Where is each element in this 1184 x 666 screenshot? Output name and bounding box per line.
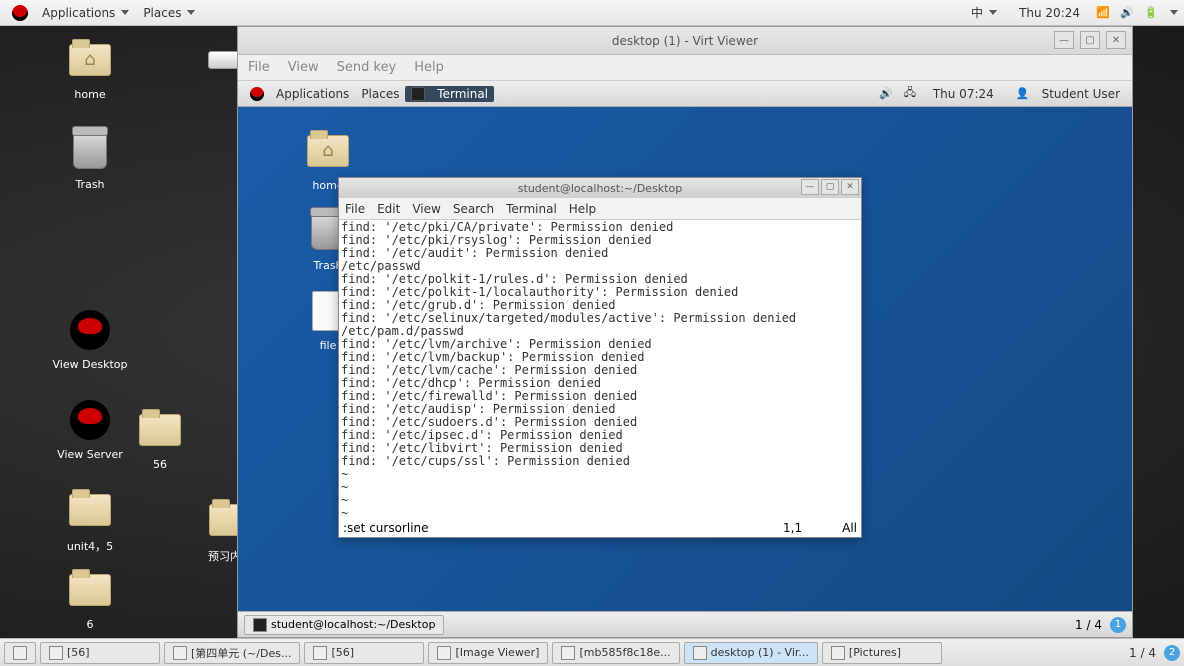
vim-command: :set cursorline [343, 521, 429, 537]
network-icon[interactable]: 📶 [1096, 6, 1110, 20]
terminal-icon [411, 87, 425, 101]
folder-56[interactable]: 56 [110, 406, 210, 471]
icon-label: View Desktop [53, 358, 128, 371]
clock[interactable]: Thu 20:24 [1013, 4, 1086, 22]
battery-icon[interactable]: 🔋 [1144, 6, 1158, 20]
terminal-icon [253, 618, 267, 632]
menu-sendkey[interactable]: Send key [337, 60, 397, 75]
user-icon: 👤 [1016, 87, 1030, 101]
icon-label: 6 [87, 618, 94, 631]
applications-label: Applications [42, 6, 115, 20]
virt-menubar: File View Send key Help [238, 55, 1132, 81]
system-menu-icon[interactable] [1170, 10, 1178, 15]
app-icon [173, 646, 187, 660]
menu-view[interactable]: View [288, 60, 319, 75]
window-titlebar[interactable]: desktop (1) - Virt Viewer — ▢ ✕ [238, 27, 1132, 55]
host-workspace-indicator[interactable]: 1 / 4 [1129, 646, 1156, 660]
guest-taskbar-item-terminal[interactable]: student@localhost:~/Desktop [244, 615, 444, 635]
host-taskbar-item[interactable]: [mb585f8c18e... [552, 642, 679, 664]
view-desktop-launcher[interactable]: View Desktop [40, 306, 140, 371]
terminal-menubar: File Edit View Search Terminal Help [339, 198, 861, 220]
ime-indicator[interactable]: 中 [965, 2, 1003, 23]
icon-label: file [320, 339, 337, 352]
guest-network-icon[interactable]: 🖧 [903, 87, 917, 101]
menu-file[interactable]: File [248, 60, 270, 75]
close-button[interactable]: ✕ [1106, 31, 1126, 49]
host-taskbar-item[interactable]: [56] [40, 642, 160, 664]
host-workspace-badge[interactable]: 2 [1164, 645, 1180, 661]
app-icon [693, 646, 707, 660]
host-taskbar-item[interactable]: [Image Viewer] [428, 642, 548, 664]
term-menu-edit[interactable]: Edit [377, 202, 400, 216]
vim-position: 1,1 [783, 521, 802, 537]
term-menu-search[interactable]: Search [453, 202, 494, 216]
terminal-minimize-button[interactable]: — [801, 179, 819, 195]
icon-label: unit4，5 [67, 538, 113, 554]
guest-user-menu[interactable]: 👤 Student User [1010, 85, 1126, 103]
guest-workspace-indicator[interactable]: 1 / 4 [1075, 618, 1102, 632]
minimize-button[interactable]: — [1054, 31, 1074, 49]
guest-terminal-launcher[interactable]: Terminal [405, 86, 494, 102]
chevron-down-icon [187, 10, 195, 15]
term-menu-help[interactable]: Help [569, 202, 596, 216]
places-menu[interactable]: Places [137, 4, 201, 22]
virt-viewer-window: desktop (1) - Virt Viewer — ▢ ✕ File Vie… [237, 26, 1133, 638]
guest-places-menu[interactable]: Places [355, 85, 405, 103]
guest-applications-menu[interactable]: Applications [270, 85, 355, 103]
host-taskbar-item[interactable]: [Pictures] [822, 642, 942, 664]
guest-bottom-panel: student@localhost:~/Desktop 1 / 4 1 [238, 611, 1132, 637]
terminal-title: student@localhost:~/Desktop [518, 182, 682, 195]
host-top-panel: Applications Places 中 Thu 20:24 📶 🔊 🔋 [0, 0, 1184, 26]
host-bottom-panel: [56][第四单元 (~/Des...[56][Image Viewer][mb… [0, 638, 1184, 666]
guest-volume-icon[interactable]: 🔊 [879, 87, 893, 101]
home-folder-icon[interactable]: home [40, 36, 140, 101]
maximize-button[interactable]: ▢ [1080, 31, 1100, 49]
folder-6[interactable]: 6 [40, 566, 140, 631]
term-menu-file[interactable]: File [345, 202, 365, 216]
virt-guest-screen[interactable]: Applications Places Terminal 🔊 🖧 Thu 07:… [238, 81, 1132, 637]
chevron-down-icon [989, 10, 997, 15]
term-menu-view[interactable]: View [412, 202, 440, 216]
app-icon [561, 646, 575, 660]
app-icon [831, 646, 845, 660]
terminal-titlebar[interactable]: student@localhost:~/Desktop — ▢ ✕ [339, 178, 861, 198]
terminal-status-line: :set cursorline 1,1 All [339, 521, 861, 537]
host-taskbar-item[interactable]: [56] [304, 642, 424, 664]
applications-menu[interactable]: Applications [36, 4, 135, 22]
app-icon [49, 646, 63, 660]
host-taskbar-item[interactable]: [第四单元 (~/Des... [164, 642, 300, 664]
trash-icon[interactable]: Trash [40, 126, 140, 191]
desktop-icon [13, 646, 27, 660]
app-icon [437, 646, 451, 660]
places-label: Places [143, 6, 181, 20]
chevron-down-icon [121, 10, 129, 15]
terminal-close-button[interactable]: ✕ [841, 179, 859, 195]
guest-clock[interactable]: Thu 07:24 [927, 85, 1000, 103]
show-desktop-button[interactable] [4, 642, 36, 664]
guest-workspace-badge[interactable]: 1 [1110, 617, 1126, 633]
icon-label: 56 [153, 458, 167, 471]
guest-desktop[interactable]: home Trash file student@localhost:~/Desk… [238, 107, 1132, 611]
app-icon [313, 646, 327, 660]
terminal-output[interactable]: find: '/etc/pki/CA/private': Permission … [339, 220, 861, 521]
redhat-menu-icon[interactable] [6, 3, 34, 23]
folder-unit45[interactable]: unit4，5 [40, 486, 140, 554]
terminal-maximize-button[interactable]: ▢ [821, 179, 839, 195]
host-taskbar-item[interactable]: desktop (1) - Vir... [684, 642, 818, 664]
term-menu-terminal[interactable]: Terminal [506, 202, 557, 216]
vim-percent: All [842, 521, 857, 537]
icon-label: home [74, 88, 105, 101]
menu-help[interactable]: Help [414, 60, 444, 75]
guest-terminal-window: student@localhost:~/Desktop — ▢ ✕ File E… [338, 177, 862, 538]
volume-icon[interactable]: 🔊 [1120, 6, 1134, 20]
guest-top-panel: Applications Places Terminal 🔊 🖧 Thu 07:… [238, 81, 1132, 107]
window-title: desktop (1) - Virt Viewer [612, 34, 758, 48]
guest-redhat-icon[interactable] [244, 85, 270, 103]
icon-label: Trash [75, 178, 104, 191]
